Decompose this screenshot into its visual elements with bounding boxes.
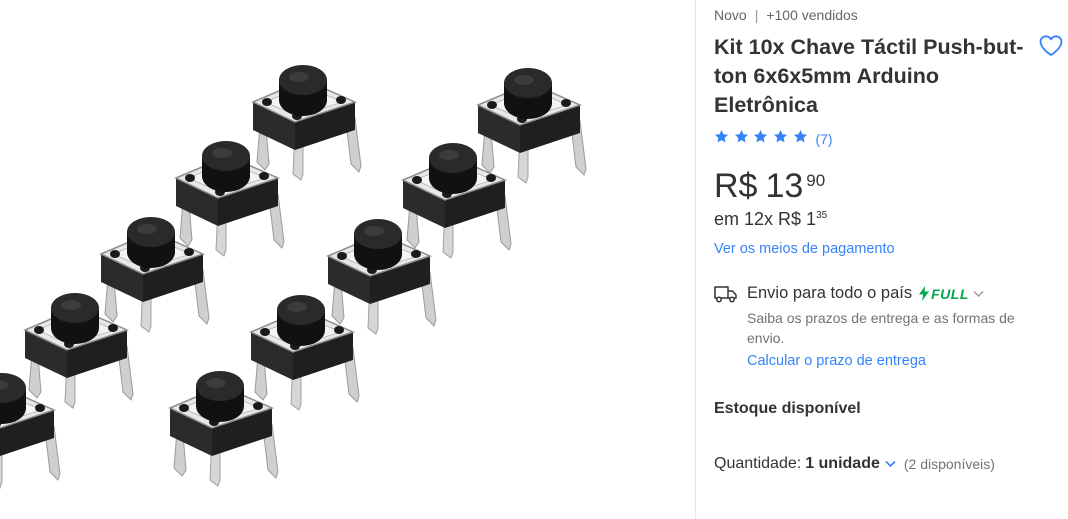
shipping-description: Saiba os prazos de entrega e as formas d… [747,310,1015,346]
shipping-title: Envio para todo o país [747,284,913,302]
star-icon [754,129,768,143]
subtitle-separator: | [754,7,759,23]
stock-status: Estoque disponível [714,400,861,417]
panel-divider [695,0,696,519]
price-currency: R$ [714,167,758,205]
installments-text: em 12x R$ 1 [714,209,817,229]
quantity-value[interactable]: 1 unidade [805,455,880,473]
truck-icon [714,285,737,303]
quantity-available: (2 disponíveis) [903,456,995,472]
full-badge: FULL [919,286,969,302]
installments: em 12x R$ 135 [714,209,827,230]
lightning-icon [919,286,930,301]
quantity-label: Quantidade: [714,455,802,472]
product-subtitle: Novo | +100 vendidos [714,7,858,23]
product-title: Kit 10x Chave Táctil Push-but-ton 6x6x5m… [714,35,1024,117]
rating-stars [714,129,812,149]
star-icon [774,129,788,143]
price-integer: 13 [765,167,804,205]
reviews-count-link[interactable]: (7) [815,131,832,147]
star-icon [793,129,807,143]
payment-methods-link[interactable]: Ver os meios de pagamento [714,241,895,257]
chevron-down-icon[interactable] [885,460,896,468]
price-cents: 90 [806,171,826,190]
price: R$ 13 90 [714,166,825,206]
star-icon [714,129,729,143]
product-info-panel: Novo | +100 vendidos Kit 10x Chave Táctil … [714,0,1064,519]
quantity-selector[interactable]: Quantidade: 1 unidade (2 disponíveis) [714,455,995,473]
star-icon [734,129,748,143]
condition-label: Novo [714,7,747,23]
heart-icon[interactable] [1038,34,1064,58]
product-image-gallery[interactable] [0,0,695,519]
sold-count: +100 vendidos [766,7,858,23]
calculate-delivery-link[interactable]: Calcular o prazo de entrega [747,353,926,369]
installments-cents: 35 [816,210,828,221]
shipping-title-row[interactable]: Envio para todo o país FULL [747,284,984,303]
full-badge-label: FULL [931,285,969,302]
product-image [0,64,587,489]
rating[interactable]: (7) [714,129,833,149]
chevron-down-icon[interactable] [973,290,984,298]
